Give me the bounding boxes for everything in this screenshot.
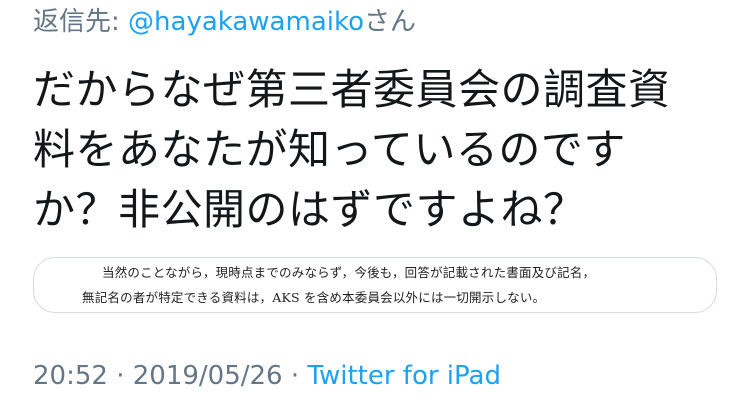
- tweet-source-link[interactable]: Twitter for iPad: [307, 361, 501, 391]
- reply-to-line: 返信先: @hayakawamaikoさん: [33, 4, 416, 40]
- tweet-date[interactable]: 2019/05/26: [133, 361, 283, 391]
- reply-to-prefix: 返信先:: [33, 7, 129, 37]
- tweet-meta: 20:52 · 2019/05/26 · Twitter for iPad: [33, 358, 501, 394]
- document-text-line: 当然のことながら，現時点までのみならず，今後も，回答が記載された書面及び記名，: [102, 265, 596, 280]
- meta-separator: ·: [282, 361, 308, 391]
- reply-to-handle-link[interactable]: @hayakawamaiko: [128, 7, 364, 37]
- meta-separator: ·: [107, 361, 133, 391]
- tweet-text-line: だからなぜ第三者委員会の調査資: [33, 65, 671, 114]
- tweet-text-line: 料をあなたが知っているのです: [33, 125, 626, 174]
- tweet-text: だからなぜ第三者委員会の調査資 料をあなたが知っているのです か？非公開のはずで…: [33, 60, 733, 240]
- tweet-text-line: か？非公開のはずですよね？: [33, 185, 586, 234]
- tweet-time[interactable]: 20:52: [33, 361, 108, 391]
- document-text-line: 無記名の者が特定できる資料は，AKS を含め本委員会以外には一切開示しない。: [82, 290, 546, 305]
- reply-to-suffix: さん: [364, 7, 417, 37]
- attached-document-image[interactable]: 当然のことながら，現時点までのみならず，今後も，回答が記載された書面及び記名， …: [33, 257, 717, 313]
